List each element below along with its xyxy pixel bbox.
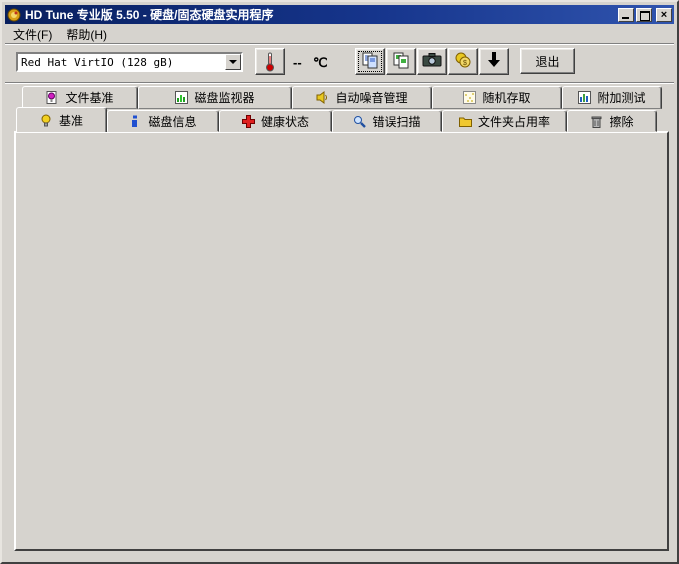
menu-help[interactable]: 帮助(H) [59, 24, 114, 45]
tab-benchmark[interactable]: 基准 [16, 107, 107, 132]
tab-label: 健康状态 [261, 113, 309, 130]
copy-image-button[interactable] [386, 48, 416, 75]
chevron-down-icon[interactable] [225, 54, 241, 70]
tab-file-benchmark[interactable]: 文件基准 [22, 86, 138, 109]
svg-text:$: $ [463, 60, 467, 67]
extra-tests-icon [578, 91, 592, 104]
temperature-unit: ℃ [313, 55, 328, 71]
benchmark-tab-page [14, 131, 669, 551]
disk-monitor-icon [175, 91, 189, 104]
app-icon [7, 8, 21, 22]
save-download-icon [486, 51, 502, 72]
toolbar-divider [5, 43, 674, 45]
drive-select[interactable]: Red Hat VirtIO (128 gB) [16, 52, 243, 72]
tab-label: 文件基准 [65, 89, 113, 106]
tab-label: 磁盘信息 [148, 113, 196, 130]
tab-random-access[interactable]: 随机存取 [432, 86, 562, 109]
donate-coins-icon: $ [454, 51, 472, 72]
app-window: HD Tune 专业版 5.50 - 硬盘/固态硬盘实用程序 × 文件(F) 帮… [0, 0, 679, 564]
tab-label: 擦除 [609, 113, 633, 130]
tab-folder-usage[interactable]: 文件夹占用率 [442, 110, 567, 132]
folder-usage-icon [459, 115, 473, 128]
thermometer-icon [264, 52, 276, 72]
copy-image-icon [392, 51, 410, 72]
tab-label: 磁盘监视器 [194, 89, 254, 106]
tab-disk-info[interactable]: 磁盘信息 [107, 110, 219, 132]
tab-label: 随机存取 [482, 89, 530, 106]
close-button[interactable]: × [656, 8, 672, 22]
health-icon [242, 115, 256, 128]
title-bar: HD Tune 专业版 5.50 - 硬盘/固态硬盘实用程序 × [5, 5, 674, 24]
erase-icon [590, 115, 604, 128]
copy-text-icon [361, 51, 379, 72]
tabs-divider [5, 82, 674, 84]
benchmark-icon [40, 114, 54, 127]
tab-label: 附加测试 [597, 89, 645, 106]
tab-row-bottom: 基准 磁盘信息 健康状态 错误扫描 文件夹占用率 擦除 [16, 107, 657, 132]
temperature-button[interactable] [255, 48, 285, 75]
tab-health[interactable]: 健康状态 [219, 110, 332, 132]
tab-erase[interactable]: 擦除 [567, 110, 657, 132]
tab-label: 错误扫描 [372, 113, 420, 130]
exit-button[interactable]: 退出 [520, 48, 575, 74]
temperature-value: -- [293, 55, 302, 70]
screenshot-button[interactable] [417, 48, 447, 75]
drive-select-value: Red Hat VirtIO (128 gB) [18, 56, 225, 69]
copy-text-button[interactable] [355, 48, 385, 75]
tab-label: 自动噪音管理 [335, 89, 407, 106]
tab-aam[interactable]: 自动噪音管理 [292, 86, 432, 109]
tab-error-scan[interactable]: 错误扫描 [332, 110, 442, 132]
menu-bar: 文件(F) 帮助(H) [6, 25, 673, 43]
maximize-button[interactable] [636, 8, 652, 22]
window-title: HD Tune 专业版 5.50 - 硬盘/固态硬盘实用程序 [25, 6, 616, 23]
tab-extra-tests[interactable]: 附加测试 [562, 86, 662, 109]
aam-icon [316, 91, 330, 104]
tab-label: 基准 [59, 112, 83, 129]
error-scan-icon [353, 115, 367, 128]
tab-row-top: 文件基准 磁盘监视器 自动噪音管理 随机存取 附加测试 [22, 86, 662, 109]
minimize-button[interactable] [618, 8, 634, 22]
save-download-button[interactable] [479, 48, 509, 75]
screenshot-icon [422, 52, 442, 71]
random-access-icon [463, 91, 477, 104]
menu-file[interactable]: 文件(F) [6, 24, 59, 45]
donate-coins-button[interactable]: $ [448, 48, 478, 75]
tab-disk-monitor[interactable]: 磁盘监视器 [138, 86, 292, 109]
file-benchmark-icon [46, 91, 60, 104]
tab-label: 文件夹占用率 [478, 113, 550, 130]
disk-info-icon [129, 115, 143, 128]
